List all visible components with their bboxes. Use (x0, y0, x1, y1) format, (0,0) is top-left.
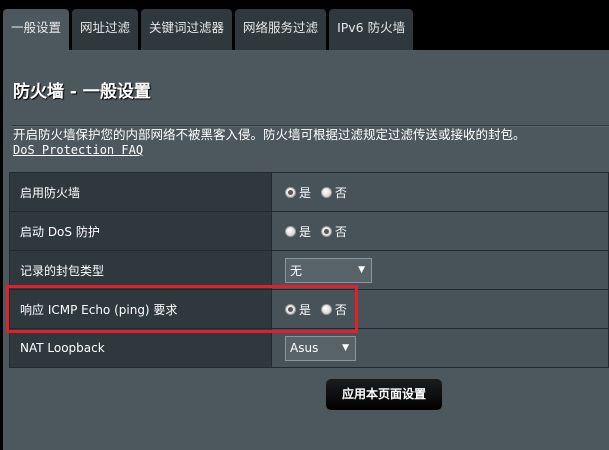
nat-loopback-label: NAT Loopback (9, 328, 272, 368)
settings-table: 启用防火墙 是 否 启动 DoS 防护 是 否 记录的封包类型 无 ▼ 响应 IC… (9, 172, 609, 368)
enable-firewall-no-radio[interactable]: 否 (320, 184, 347, 201)
radio-label: 否 (334, 224, 347, 239)
radio-label: 是 (299, 302, 312, 317)
nat-loopback-select[interactable]: Asus ▼ (285, 335, 356, 361)
table-row: 记录的封包类型 无 ▼ (9, 250, 609, 290)
table-row: 启用防火墙 是 否 (9, 172, 609, 212)
apply-button[interactable]: 应用本页面设置 (325, 378, 443, 411)
tab-bar: 一般设置 网址过滤 关键词过滤器 网络服务过滤 IPv6 防火墙 (3, 9, 414, 50)
select-value: Asus (290, 341, 319, 355)
radio-checked-icon (320, 225, 332, 237)
table-row: NAT Loopback Asus ▼ (9, 328, 609, 368)
radio-label: 否 (334, 302, 347, 317)
tab-keyword-filter[interactable]: 关键词过滤器 (141, 9, 233, 50)
tab-network-services-filter[interactable]: 网络服务过滤 (235, 9, 327, 50)
enable-firewall-yes-radio[interactable]: 是 (285, 184, 311, 201)
radio-label: 是 (299, 185, 312, 200)
dropdown-arrow-icon: ▼ (342, 343, 349, 353)
dropdown-arrow-icon: ▼ (358, 265, 365, 275)
icmp-echo-no-radio[interactable]: 否 (320, 301, 347, 318)
table-row: 响应 ICMP Echo (ping) 要求 是 否 (9, 289, 609, 329)
enable-dos-no-radio[interactable]: 否 (320, 223, 347, 240)
radio-unchecked-icon (320, 303, 332, 315)
tab-url-filter[interactable]: 网址过滤 (72, 9, 139, 50)
enable-dos-label: 启动 DoS 防护 (9, 211, 272, 251)
enable-dos-yes-radio[interactable]: 是 (285, 223, 311, 240)
icmp-echo-yes-radio[interactable]: 是 (285, 301, 311, 318)
radio-label: 否 (334, 185, 347, 200)
logged-packets-label: 记录的封包类型 (9, 250, 272, 290)
radio-checked-icon (285, 303, 296, 315)
tab-ipv6-firewall[interactable]: IPv6 防火墙 (329, 9, 414, 50)
radio-unchecked-icon (285, 225, 296, 237)
page-description: 开启防火墙保护您的内部网络不被黑客入侵。防火墙可根据过滤规定过滤传送或接收的封包… (13, 127, 526, 142)
content-panel: 防火墙 - 一般设置 开启防火墙保护您的内部网络不被黑客入侵。防火墙可根据过滤规… (3, 50, 609, 450)
select-value: 无 (290, 263, 303, 278)
radio-checked-icon (285, 186, 296, 198)
page-title: 防火墙 - 一般设置 (13, 82, 151, 102)
tab-general[interactable]: 一般设置 (3, 9, 70, 50)
enable-firewall-label: 启用防火墙 (9, 172, 272, 212)
dos-faq-link[interactable]: DoS Protection FAQ (13, 143, 143, 157)
icmp-echo-label: 响应 ICMP Echo (ping) 要求 (9, 289, 272, 329)
logged-packets-select[interactable]: 无 ▼ (285, 257, 372, 283)
radio-label: 是 (299, 224, 312, 239)
table-row: 启动 DoS 防护 是 否 (9, 211, 609, 251)
radio-unchecked-icon (320, 186, 332, 198)
